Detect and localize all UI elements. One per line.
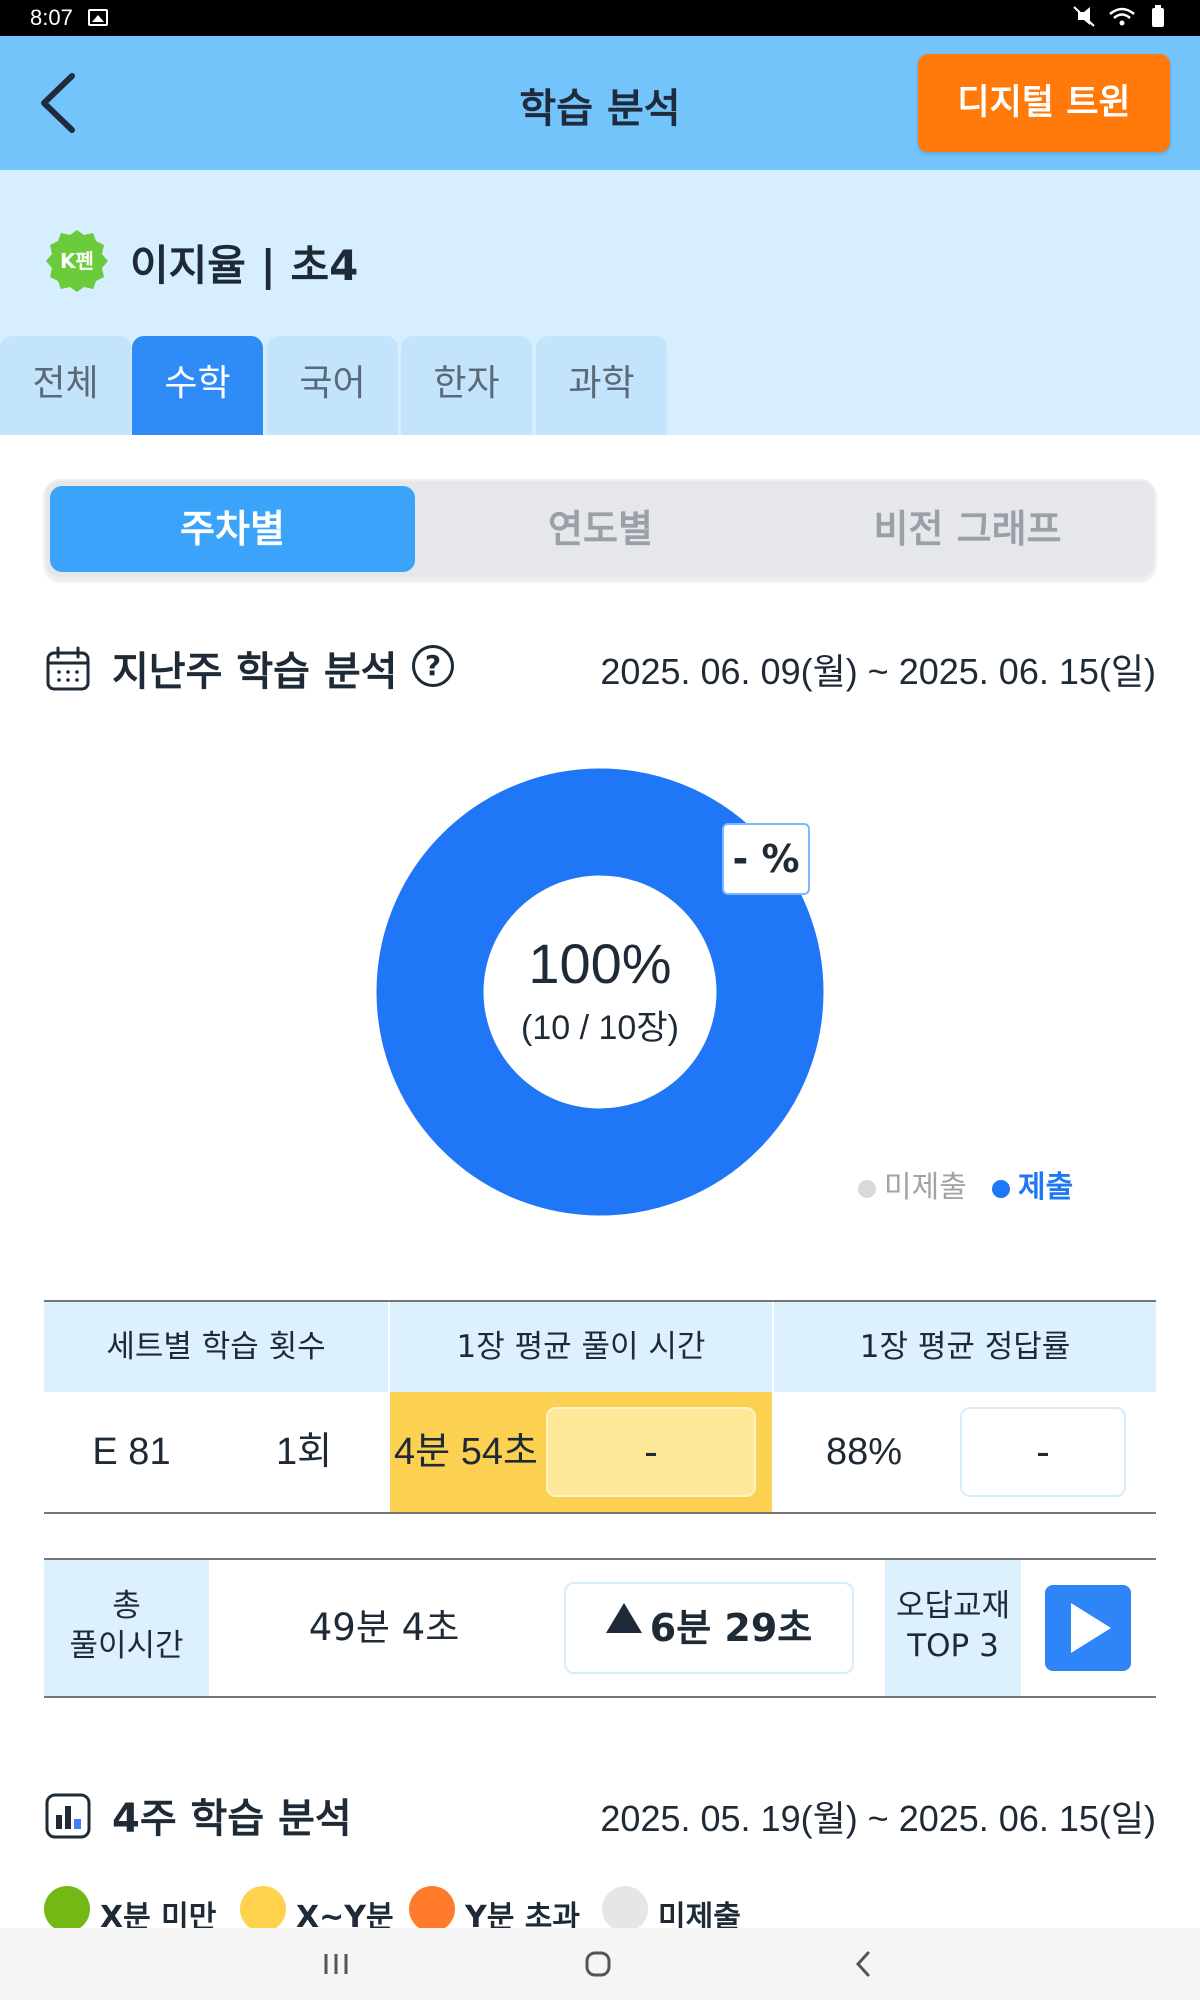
tab-korean[interactable]: 국어	[267, 336, 398, 435]
system-back-button[interactable]	[802, 1928, 922, 2000]
status-time: 8:07	[30, 5, 73, 30]
stats-table: 세트별 학습 횟수 1장 평균 풀이 시간 1장 평균 정답률 E 81 1회 …	[44, 1300, 1156, 1514]
submission-count: (10 / 10장)	[521, 1009, 679, 1047]
play-button[interactable]	[1045, 1585, 1131, 1671]
top3-line2: TOP 3	[907, 1628, 999, 1664]
avg-time: 4분 54초	[394, 1431, 538, 1473]
four-week-date-range: 2025. 05. 19(월) ~ 2025. 06. 15(일)	[600, 1798, 1156, 1839]
legend-dot-blue	[992, 1179, 1010, 1198]
wrong-answer-top3-label: 오답교재 TOP 3	[885, 1560, 1021, 1696]
legend-unsubmitted: 미제출	[858, 1162, 967, 1206]
kpen-badge-text: K펜	[60, 249, 94, 273]
last-week-header: 지난주 학습 분석 ? 2025. 06. 09(월) ~ 2025. 06. …	[44, 637, 1156, 697]
header-set-count: 세트별 학습 횟수	[44, 1302, 388, 1392]
mute-wifi-battery-icon	[1073, 5, 1164, 27]
header-accuracy: 1장 평균 정답률	[774, 1302, 1156, 1392]
set-count: 1회	[275, 1431, 333, 1473]
time-diff-box: 6분 29초	[564, 1582, 854, 1674]
home-button[interactable]	[538, 1928, 658, 2000]
legend-dot-gray-large	[602, 1886, 648, 1932]
recent-apps-icon	[324, 1954, 348, 1974]
top3-line1: 오답교재	[895, 1588, 1011, 1624]
total-time-label: 총 풀이시간	[44, 1560, 209, 1696]
tab-yearly[interactable]: 연도별	[418, 486, 783, 572]
tab-vision-graph[interactable]: 비전 그래프	[785, 486, 1150, 572]
app-bar: 학습 분석 디지털 트윈	[0, 36, 1200, 170]
tab-science[interactable]: 과학	[536, 336, 667, 435]
digital-twin-button[interactable]: 디지털 트윈	[918, 54, 1170, 152]
tab-all[interactable]: 전체	[0, 336, 131, 435]
back-arrow-icon	[855, 1951, 870, 1977]
play-icon	[1071, 1603, 1111, 1653]
four-week-title: 4주 학습 분석	[112, 1796, 352, 1842]
tab-math[interactable]: 수학	[132, 336, 263, 435]
status-bar: 8:07	[0, 0, 1200, 36]
recent-apps-button[interactable]	[276, 1928, 396, 2000]
four-week-header: 4주 학습 분석 2025. 05. 19(월) ~ 2025. 06. 15(…	[44, 1784, 1156, 1844]
submission-percent: 100%	[528, 932, 672, 995]
home-icon	[585, 1951, 611, 1977]
bar-chart-icon	[45, 1793, 91, 1839]
total-label-line2: 풀이시간	[69, 1628, 184, 1664]
student-name: 이지율 | 초4	[130, 241, 359, 290]
accuracy: 88%	[825, 1431, 903, 1473]
total-time-value: 49분 4초	[308, 1606, 460, 1649]
triangle-up-icon	[605, 1603, 642, 1633]
last-week-date-range: 2025. 06. 09(월) ~ 2025. 06. 15(일)	[600, 651, 1156, 692]
donut-center-text: 100% (10 / 10장)	[376, 931, 824, 1049]
time-diff-value: 6분 29초	[649, 1606, 813, 1650]
calendar-icon	[46, 646, 90, 691]
help-icon[interactable]: ?	[412, 645, 454, 687]
view-segmented-control: 주차별 연도별 비전 그래프	[44, 479, 1156, 579]
tab-weekly[interactable]: 주차별	[50, 486, 415, 572]
legend-dot-yellow	[240, 1886, 286, 1932]
accuracy-compare: -	[960, 1407, 1126, 1497]
legend-submitted-label: 제출	[1018, 1170, 1074, 1205]
legend-dot-green	[44, 1886, 90, 1932]
set-name: E 81	[92, 1431, 171, 1473]
total-label-line1: 총	[112, 1588, 141, 1624]
header-avg-time: 1장 평균 풀이 시간	[390, 1302, 772, 1392]
kpen-badge: K펜	[44, 228, 110, 294]
tab-hanja[interactable]: 한자	[401, 336, 532, 435]
system-nav-bar	[0, 1928, 1200, 2000]
percent-change-label: - %	[722, 823, 810, 895]
legend-unsubmitted-label: 미제출	[884, 1170, 967, 1205]
image-notification-icon	[88, 9, 108, 26]
avg-time-compare: -	[546, 1407, 756, 1497]
legend-dot-orange	[409, 1886, 455, 1932]
total-time-table: 총 풀이시간 49분 4초 6분 29초 오답교재 TOP 3	[44, 1558, 1156, 1698]
last-week-title: 지난주 학습 분석	[112, 649, 398, 695]
status-icons	[1070, 4, 1180, 35]
legend-submitted: 제출	[992, 1162, 1073, 1206]
legend-dot-gray	[858, 1179, 876, 1198]
